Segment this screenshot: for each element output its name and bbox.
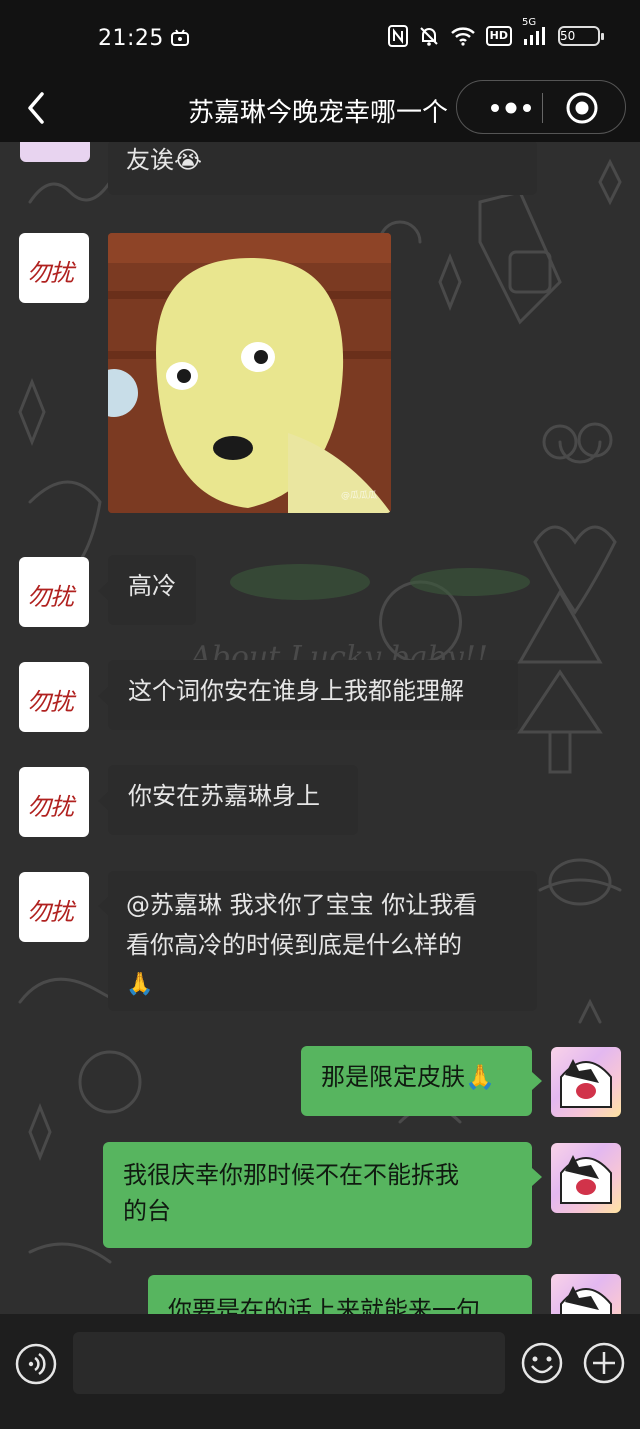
avatar-self-image bbox=[560, 1059, 612, 1108]
avatar[interactable]: 勿扰 bbox=[19, 872, 89, 942]
bubble-tail bbox=[98, 687, 108, 705]
message-line: 🙏 bbox=[126, 972, 154, 997]
nfc-icon bbox=[387, 25, 408, 47]
page-title: 苏嘉琳今晚宠幸哪一个 bbox=[188, 98, 449, 128]
avatar-partial[interactable] bbox=[20, 142, 90, 162]
chat-area[interactable]: About Lucky baby!! 友诶😭 勿扰 @瓜瓜瓜 勿扰 高冷 勿扰 … bbox=[0, 142, 640, 1314]
network-label: 5G bbox=[522, 17, 537, 28]
message-line: @苏嘉琳 我求你了宝宝 你让我看 bbox=[126, 891, 478, 919]
notification-icon bbox=[171, 29, 189, 46]
message-text: 这个词你安在谁身上我都能理解 bbox=[128, 677, 464, 705]
avatar-text: 勿扰 bbox=[27, 583, 74, 611]
mute-icon bbox=[418, 25, 440, 47]
nav-bar: 苏嘉琳今晚宠幸哪一个 bbox=[0, 80, 640, 142]
battery-icon: 50 bbox=[558, 26, 604, 46]
chevron-left-icon[interactable] bbox=[20, 88, 52, 128]
message-text: 友诶😭 bbox=[126, 146, 203, 174]
bubble-tail bbox=[532, 1168, 542, 1186]
status-time: 21:25 bbox=[98, 26, 164, 51]
message-input[interactable] bbox=[73, 1332, 505, 1394]
message-bubble[interactable]: 友诶😭 bbox=[108, 142, 537, 195]
bubble-tail bbox=[98, 582, 108, 600]
avatar[interactable]: 勿扰 bbox=[19, 767, 89, 837]
plus-circle-icon[interactable] bbox=[582, 1341, 626, 1385]
avatar-text: 勿扰 bbox=[27, 898, 74, 926]
bubble-tail bbox=[98, 897, 108, 915]
wifi-icon bbox=[450, 26, 476, 46]
message-bubble[interactable]: 你安在苏嘉琳身上 bbox=[108, 765, 358, 835]
message-bubble[interactable]: 那是限定皮肤🙏 bbox=[301, 1046, 532, 1116]
avatar-text: 勿扰 bbox=[27, 688, 74, 716]
message-bubble[interactable]: @苏嘉琳 我求你了宝宝 你让我看 看你高冷的时候到底是什么样的 🙏 bbox=[108, 871, 537, 1011]
message-text: 你安在苏嘉琳身上 bbox=[128, 782, 320, 810]
message-text: 高冷 bbox=[128, 572, 176, 600]
capsule-divider bbox=[542, 93, 543, 123]
message-bubble[interactable]: 我很庆幸你那时候不在不能拆我 的台 bbox=[103, 1142, 532, 1248]
avatar-self[interactable] bbox=[551, 1047, 621, 1117]
emoji-smile-icon[interactable] bbox=[520, 1341, 564, 1385]
message-text: 你要是在的话上来就能来一句 bbox=[168, 1296, 480, 1314]
message-line: 看你高冷的时候到底是什么样的 bbox=[126, 931, 462, 959]
avatar-self[interactable] bbox=[551, 1143, 621, 1213]
sticker-image[interactable]: @瓜瓜瓜 bbox=[108, 233, 391, 513]
avatar-self-image bbox=[560, 1286, 612, 1314]
avatar-text: 勿扰 bbox=[27, 259, 74, 287]
message-text: 那是限定皮肤🙏 bbox=[321, 1063, 495, 1091]
status-icons: HD 5G 50 bbox=[387, 17, 604, 47]
sticker-face bbox=[108, 233, 391, 513]
avatar[interactable]: 勿扰 bbox=[19, 557, 89, 627]
more-dots-icon[interactable] bbox=[481, 95, 541, 121]
target-close-icon[interactable] bbox=[565, 91, 599, 125]
message-line: 的台 bbox=[123, 1197, 171, 1225]
voice-icon[interactable] bbox=[14, 1342, 58, 1386]
avatar[interactable]: 勿扰 bbox=[19, 233, 89, 303]
bubble-tail bbox=[532, 1072, 542, 1090]
bubble-tail bbox=[98, 792, 108, 810]
input-bar bbox=[0, 1314, 640, 1429]
sticker-watermark: @瓜瓜瓜 bbox=[340, 491, 377, 501]
message-bubble[interactable]: 你要是在的话上来就能来一句 bbox=[148, 1275, 532, 1314]
avatar[interactable]: 勿扰 bbox=[19, 662, 89, 732]
avatar-text: 勿扰 bbox=[27, 793, 74, 821]
avatar-self[interactable] bbox=[551, 1274, 621, 1314]
message-line: 我很庆幸你那时候不在不能拆我 bbox=[123, 1161, 459, 1189]
signal-icon: 5G bbox=[522, 17, 548, 47]
miniapp-capsule bbox=[456, 80, 626, 134]
message-bubble[interactable]: 这个词你安在谁身上我都能理解 bbox=[108, 660, 518, 730]
avatar-self-image bbox=[560, 1155, 612, 1204]
message-bubble[interactable]: 高冷 bbox=[108, 555, 196, 625]
hd-icon: HD bbox=[485, 26, 512, 46]
status-bar: 21:25 HD 5G 50 bbox=[0, 0, 640, 80]
